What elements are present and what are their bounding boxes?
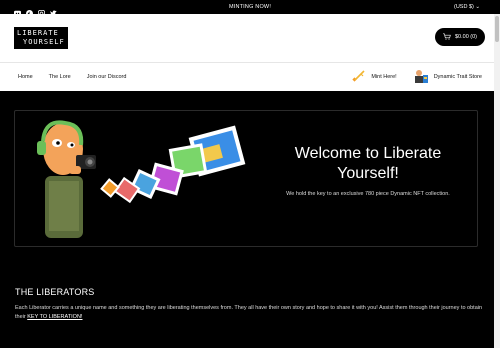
liberator-character-illustration bbox=[37, 120, 246, 238]
opensea-icon[interactable] bbox=[26, 4, 33, 17]
page-scrollbar[interactable] bbox=[494, 14, 500, 348]
instagram-icon[interactable] bbox=[37, 4, 46, 17]
key-icon bbox=[352, 69, 366, 85]
hero-description: We hold the key to an exclusive 780 piec… bbox=[286, 191, 450, 197]
main-navigation: Home The Lore Join our Discord Mint Here… bbox=[0, 62, 500, 91]
key-to-liberation-link[interactable]: KEY TO LIBERATION! bbox=[27, 314, 82, 320]
site-logo[interactable]: LIBERATE YOURSELF bbox=[14, 27, 68, 49]
social-links bbox=[14, 4, 57, 17]
twitter-icon[interactable] bbox=[50, 4, 57, 16]
trait-store-icon bbox=[413, 68, 429, 86]
site-header: LIBERATE YOURSELF $0.00 (0) bbox=[0, 14, 500, 62]
nav-join-discord[interactable]: Join our Discord bbox=[87, 74, 127, 80]
announcement-bar: MINTING NOW! (USD $) ⌄ bbox=[0, 0, 500, 17]
mint-here-link[interactable]: Mint Here! bbox=[352, 69, 397, 85]
mint-here-label: Mint Here! bbox=[371, 74, 397, 80]
cart-icon bbox=[442, 33, 451, 42]
trait-store-link[interactable]: Dynamic Trait Store bbox=[413, 68, 482, 86]
hero-title: Welcome to Liberate Yourself! bbox=[294, 145, 442, 182]
hero-banner: Welcome to Liberate Yourself! We hold th… bbox=[14, 110, 478, 247]
scrollbar-thumb[interactable] bbox=[495, 16, 499, 42]
flying-nft-cards bbox=[100, 125, 246, 204]
nav-the-lore[interactable]: The Lore bbox=[49, 74, 71, 80]
logo-line-2: YOURSELF bbox=[23, 38, 65, 46]
announcement-text[interactable]: MINTING NOW! bbox=[229, 4, 271, 10]
liberators-description: Each Liberator carries a unique name and… bbox=[15, 304, 485, 322]
cart-button[interactable]: $0.00 (0) bbox=[434, 28, 485, 46]
currency-selector[interactable]: (USD $) ⌄ bbox=[454, 4, 480, 10]
character bbox=[37, 120, 96, 238]
liberators-heading: THE LIBERATORS bbox=[15, 287, 95, 297]
trait-store-label: Dynamic Trait Store bbox=[433, 74, 482, 80]
liberators-text: Each Liberator carries a unique name and… bbox=[15, 305, 483, 320]
discord-icon[interactable] bbox=[14, 4, 21, 16]
nav-home[interactable]: Home bbox=[18, 74, 33, 80]
cart-total: $0.00 (0) bbox=[454, 34, 477, 40]
logo-line-1: LIBERATE bbox=[17, 29, 65, 38]
